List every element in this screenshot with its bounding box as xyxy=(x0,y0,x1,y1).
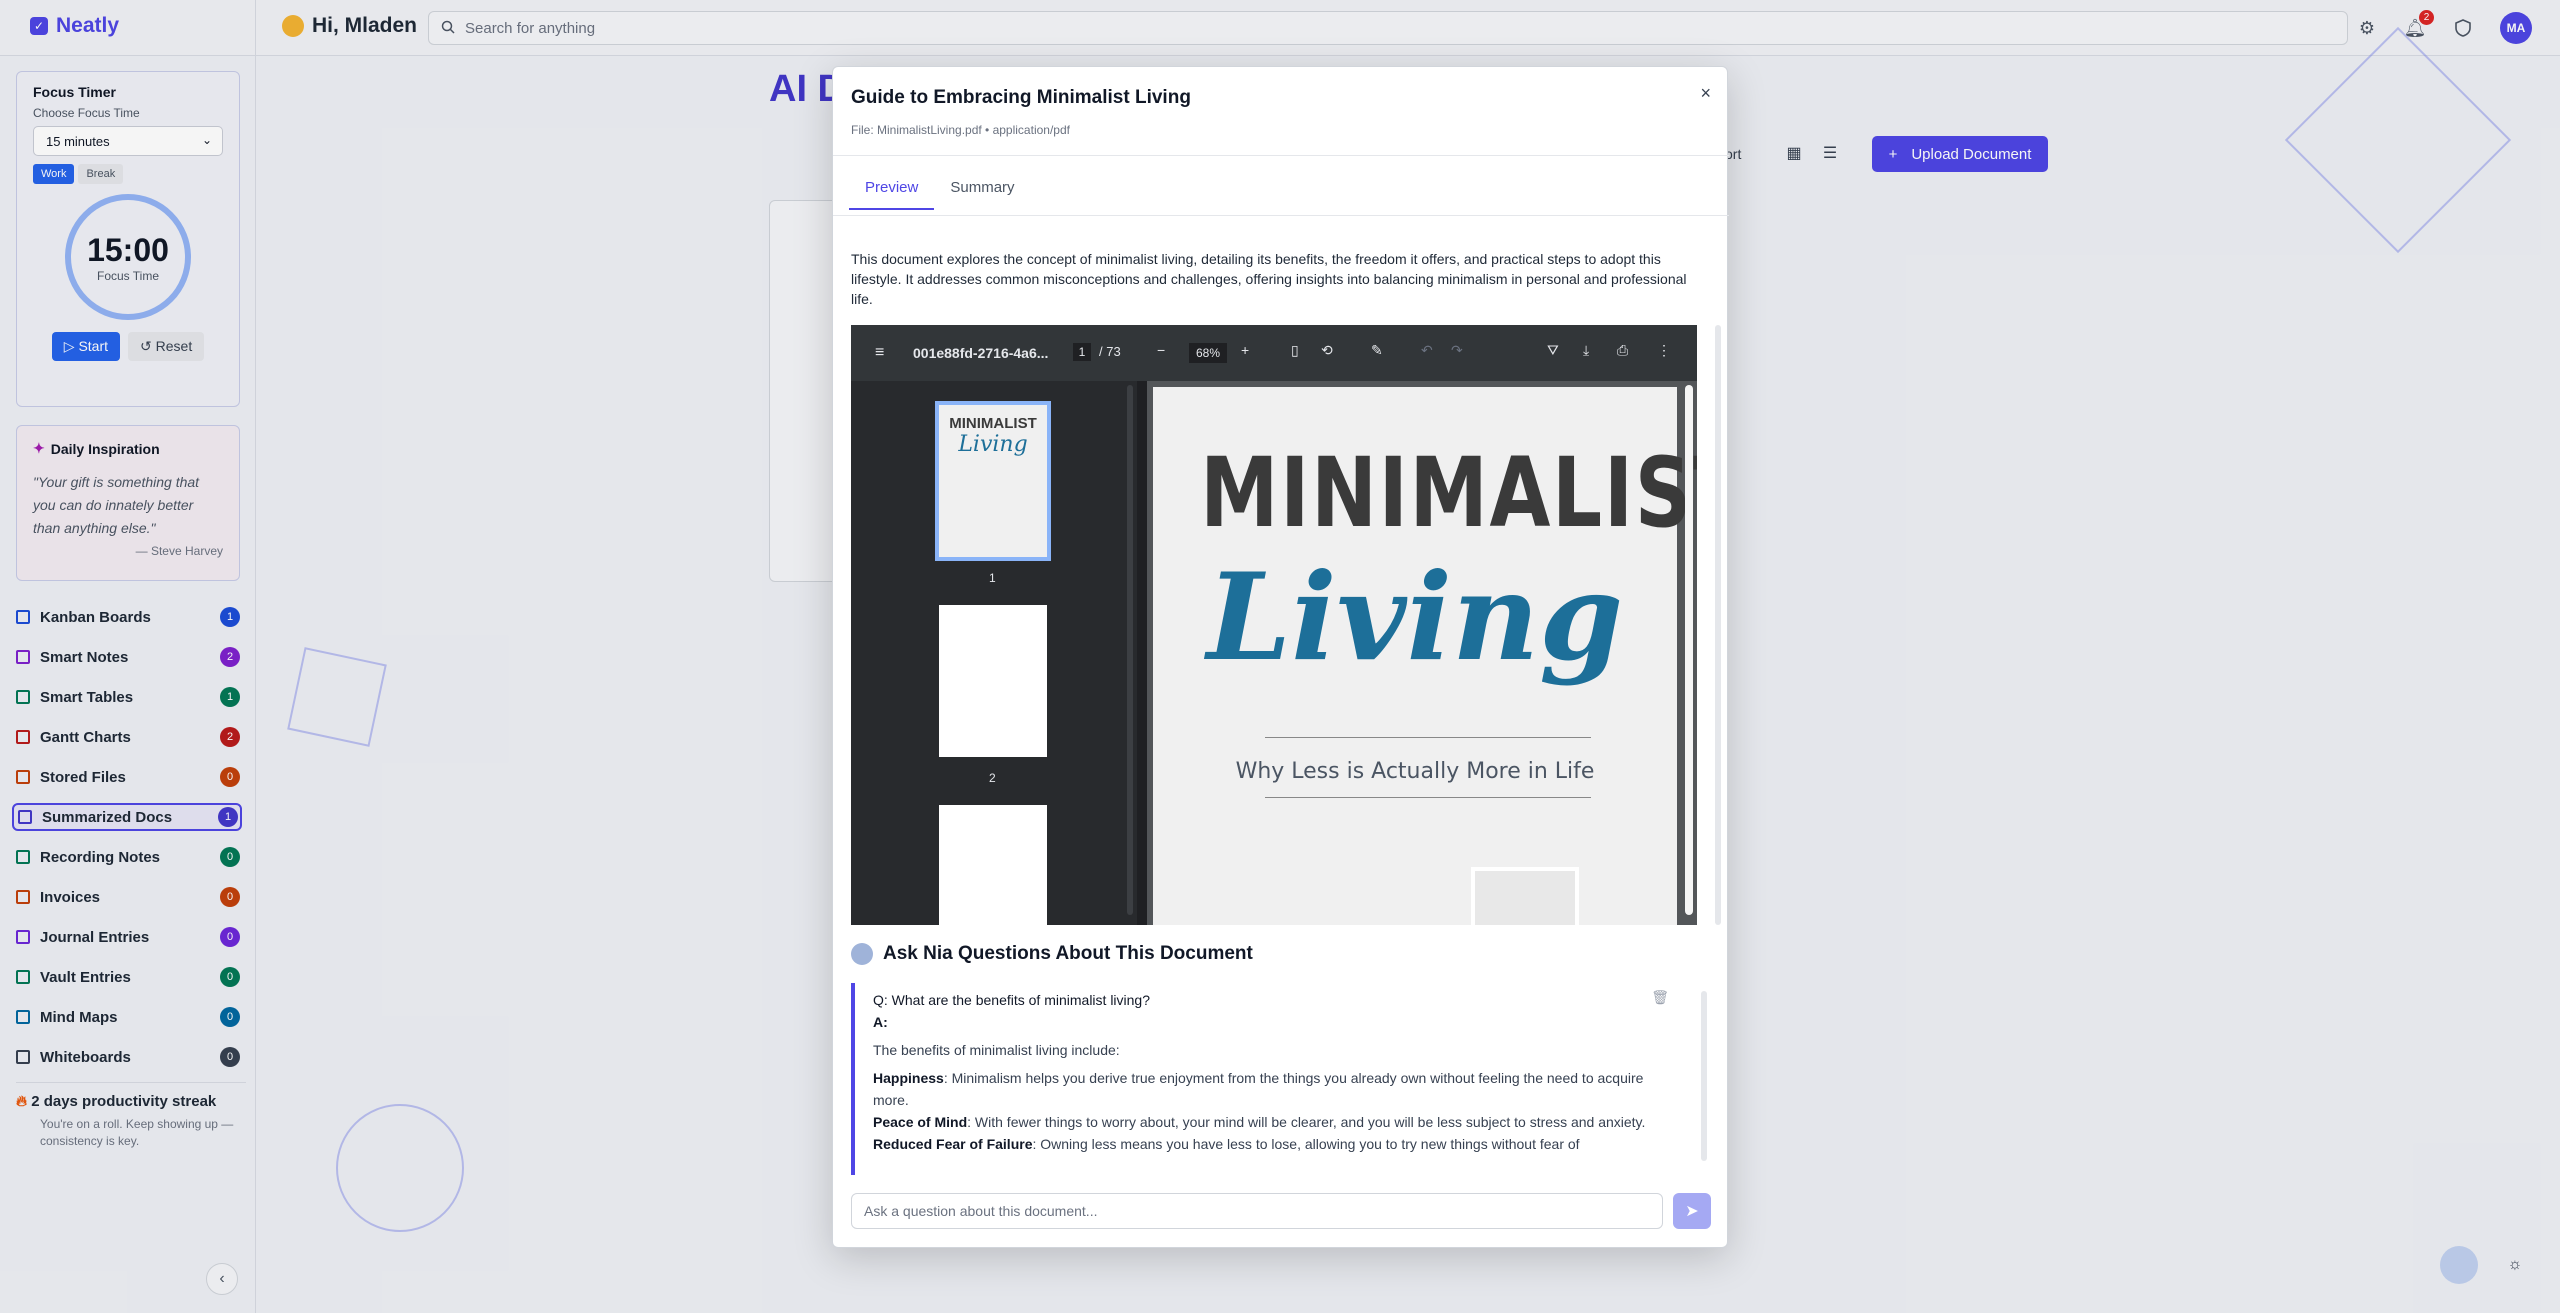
modal-file-info: File: MinimalistLiving.pdf • application… xyxy=(851,123,1070,137)
qa-thread: Q: What are the benefits of minimalist l… xyxy=(851,983,1687,1175)
document-description: This document explores the concept of mi… xyxy=(851,251,1687,307)
draw-icon[interactable]: ✎ xyxy=(1371,342,1383,359)
benefit-3-text: : Owning less means you have less to los… xyxy=(1032,1136,1580,1152)
benefit-1-title: Happiness xyxy=(873,1070,944,1086)
zoom-in-icon[interactable]: + xyxy=(1241,342,1249,358)
download-icon[interactable]: ⤓ xyxy=(1583,342,1589,359)
ask-nia-header: Ask Nia Questions About This Document xyxy=(851,943,1253,965)
cover-script-title: Living xyxy=(1206,547,1624,688)
undo-icon[interactable]: ↶ xyxy=(1421,342,1433,359)
cover-photo-frame xyxy=(1471,867,1579,925)
zoom-out-icon[interactable]: − xyxy=(1157,342,1165,358)
pdf-toolbar: ≡ 001e88fd-2716-4a6... 1 / 73 − 68% + ▯ … xyxy=(851,325,1697,381)
thumb1-script: Living xyxy=(958,432,1028,457)
modal-scrollbar[interactable] xyxy=(1715,325,1721,925)
tab-summary[interactable]: Summary xyxy=(934,167,1030,210)
nia-avatar-icon xyxy=(851,943,873,965)
more-options-icon[interactable]: ⋮ xyxy=(1657,342,1671,359)
qa-scrollbar[interactable] xyxy=(1701,991,1707,1161)
zoom-level[interactable]: 68% xyxy=(1189,343,1227,363)
document-modal: Guide to Embracing Minimalist Living Fil… xyxy=(832,66,1729,1248)
pdf-viewer: ≡ 001e88fd-2716-4a6... 1 / 73 − 68% + ▯ … xyxy=(851,325,1697,925)
question-text: Q: What are the benefits of minimalist l… xyxy=(873,992,1151,1008)
thumbnail-page-2[interactable] xyxy=(939,605,1047,757)
annotate-icon[interactable]: ⛛ xyxy=(1547,342,1559,359)
send-icon: ➤ xyxy=(1685,1203,1699,1220)
fit-page-icon[interactable]: ▯ xyxy=(1291,342,1299,359)
thumbnail-page-1[interactable]: MINIMALIST Living xyxy=(935,401,1051,561)
answer-label: A: xyxy=(873,1014,888,1030)
thumbnail-number-1: 1 xyxy=(989,571,996,585)
pdf-page-1: MINIMALIST Living Why Less is Actually M… xyxy=(1153,387,1697,925)
ask-nia-title: Ask Nia Questions About This Document xyxy=(883,943,1253,964)
rotate-icon[interactable]: ⟲ xyxy=(1321,342,1333,359)
thumb1-title: MINIMALIST xyxy=(949,415,1037,432)
answer-intro: The benefits of minimalist living includ… xyxy=(873,1042,1120,1058)
page-number-input[interactable]: 1 xyxy=(1073,343,1091,361)
cover-title: MINIMALIST xyxy=(1200,437,1697,549)
redo-icon[interactable]: ↷ xyxy=(1451,342,1463,359)
assistant-avatar-button[interactable] xyxy=(2440,1246,2478,1284)
benefit-2-text: : With fewer things to worry about, your… xyxy=(967,1114,1646,1130)
pdf-filename: 001e88fd-2716-4a6... xyxy=(913,345,1049,361)
menu-icon[interactable]: ≡ xyxy=(875,344,884,362)
tab-preview[interactable]: Preview xyxy=(849,167,935,210)
cover-subtitle: Why Less is Actually More in Life xyxy=(1235,759,1595,784)
benefit-2-title: Peace of Mind xyxy=(873,1114,968,1130)
close-icon[interactable]: × xyxy=(1700,83,1711,104)
thumbnail-page-3[interactable] xyxy=(939,805,1047,925)
sun-icon[interactable]: ☼ xyxy=(2500,1250,2530,1280)
modal-title: Guide to Embracing Minimalist Living xyxy=(851,87,1191,108)
benefit-3-title: Reduced Fear of Failure xyxy=(873,1136,1033,1152)
question-input[interactable]: Ask a question about this document... xyxy=(851,1193,1663,1229)
benefit-1-text: : Minimalism helps you derive true enjoy… xyxy=(873,1070,1644,1108)
print-icon[interactable]: ⎙ xyxy=(1617,342,1628,359)
page-scrollbar[interactable] xyxy=(1685,385,1693,915)
pdf-page-area: MINIMALIST Living Why Less is Actually M… xyxy=(1147,381,1697,925)
page-total: / 73 xyxy=(1099,344,1121,359)
thumbnail-number-2: 2 xyxy=(989,771,996,785)
thumbnail-panel: MINIMALIST Living 1 2 xyxy=(851,381,1137,925)
thumbnail-scrollbar[interactable] xyxy=(1127,385,1133,915)
question-input-placeholder: Ask a question about this document... xyxy=(864,1203,1098,1219)
send-button[interactable]: ➤ xyxy=(1673,1193,1711,1229)
